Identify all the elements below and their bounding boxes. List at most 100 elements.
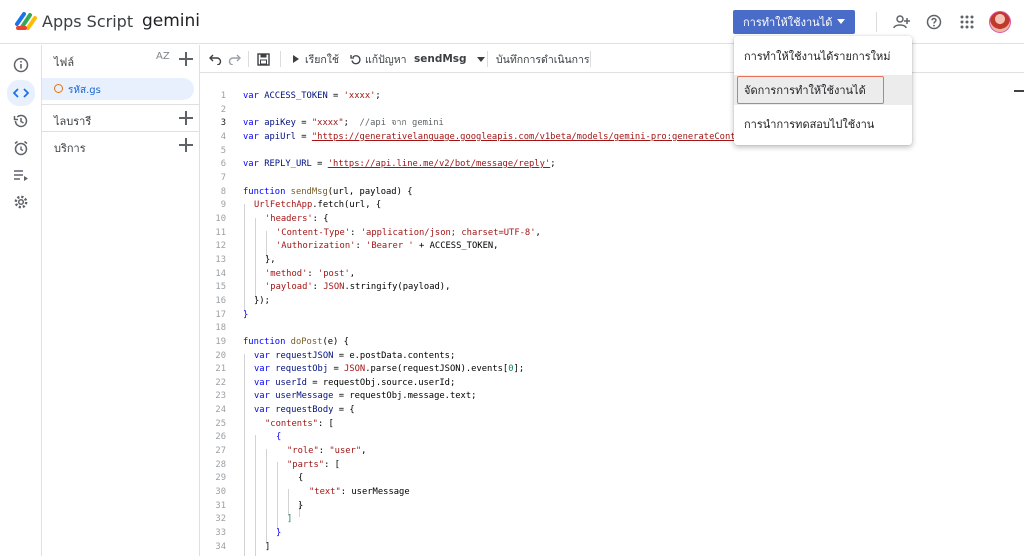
line-number: 13 [215, 255, 226, 265]
code-line: 15'payload': JSON.stringify(payload), [200, 281, 1024, 295]
line-number: 34 [215, 542, 226, 552]
line-number: 14 [215, 269, 226, 279]
code-line: 30 "text": userMessage [200, 486, 1024, 500]
code-line: 28 "parts": [ [200, 459, 1024, 473]
alarm-icon[interactable] [7, 135, 35, 161]
line-number: 9 [220, 200, 226, 210]
divider [590, 51, 591, 67]
apps-script-logo-icon[interactable] [14, 10, 38, 32]
app-name[interactable]: Apps Script [42, 12, 133, 31]
add-service-icon[interactable] [179, 138, 193, 152]
line-number: 4 [220, 132, 226, 142]
add-library-icon[interactable] [179, 111, 193, 125]
apps-grid-icon[interactable] [957, 12, 977, 32]
execution-log-label: บันทึกการดำเนินการ [496, 53, 590, 66]
info-icon[interactable] [7, 52, 35, 78]
line-number: 2 [220, 105, 226, 115]
code-line: 29{ [200, 472, 1024, 486]
code-line: 25 "contents": [ [200, 418, 1024, 432]
services-section[interactable]: บริการ [42, 131, 200, 157]
code-line: 6 var REPLY_URL = 'https://api.line.me/v2… [200, 158, 1024, 172]
line-number: 8 [220, 187, 226, 197]
code-line: 12 'Authorization': 'Bearer ' + ACCESS_TO… [200, 240, 1024, 254]
code-line: 33} [200, 527, 1024, 541]
deploy-button-label: การทำให้ใช้งานได้ [743, 16, 833, 29]
code-line: 32] [200, 513, 1024, 527]
line-number: 1 [220, 91, 226, 101]
divider [248, 51, 249, 67]
line-number: 25 [215, 419, 226, 429]
code-line: 34] [200, 541, 1024, 555]
function-select[interactable]: sendMsg [414, 50, 485, 68]
line-number: 16 [215, 296, 226, 306]
code-line: 26{ [200, 431, 1024, 445]
line-number: 3 [220, 118, 226, 128]
line-number: 7 [220, 173, 226, 183]
add-file-icon[interactable] [179, 52, 193, 66]
redo-icon[interactable] [228, 50, 241, 68]
files-panel: ไฟล์ AZ รหัส.gs ไลบรารี บริการ [42, 45, 200, 556]
undo-icon[interactable] [209, 50, 222, 68]
debug-label: แก้ปัญหา [365, 53, 407, 66]
deploy-menu: การทำให้ใช้งานได้รายการใหม่ จัดการการทำใ… [734, 36, 912, 145]
history-icon[interactable] [7, 108, 35, 134]
gs-file-icon [54, 84, 63, 93]
line-number: 28 [215, 460, 226, 470]
project-name[interactable]: gemini [142, 11, 200, 31]
line-number: 18 [215, 323, 226, 333]
code-line: 13}, [200, 254, 1024, 268]
line-number: 17 [215, 310, 226, 320]
line-number: 26 [215, 432, 226, 442]
code-line: 5 [200, 145, 1024, 159]
line-number: 33 [215, 528, 226, 538]
line-number: 23 [215, 391, 226, 401]
chevron-down-icon [837, 19, 845, 24]
run-button[interactable]: เรียกใช้ [293, 50, 339, 68]
menu-item-new-deployment[interactable]: การทำให้ใช้งานได้รายการใหม่ [734, 41, 912, 71]
code-line: 9 UrlFetchApp.fetch(url, { [200, 199, 1024, 213]
menu-item-manage-deployments[interactable]: จัดการการทำให้ใช้งานได้ [734, 75, 912, 105]
line-number: 6 [220, 159, 226, 169]
add-collaborator-icon[interactable] [892, 12, 912, 32]
executions-icon[interactable] [7, 162, 35, 188]
settings-icon[interactable] [7, 189, 35, 215]
code-line: 20 var requestJSON = e.postData.contents; [200, 350, 1024, 364]
files-title: ไฟล์ [54, 56, 75, 69]
deploy-button[interactable]: การทำให้ใช้งานได้ [733, 10, 855, 34]
line-number: 24 [215, 405, 226, 415]
play-icon [293, 55, 299, 63]
libraries-section[interactable]: ไลบรารี [42, 104, 200, 130]
code-editor[interactable]: 1 var ACCESS_TOKEN = 'xxxx'; 2 3 var apiKe… [200, 73, 1024, 556]
line-number: 29 [215, 473, 226, 483]
save-icon[interactable] [257, 50, 270, 68]
libraries-label: ไลบรารี [54, 115, 92, 128]
file-item[interactable]: รหัส.gs [42, 78, 194, 100]
sort-files-icon[interactable]: AZ [156, 51, 170, 62]
line-number: 22 [215, 378, 226, 388]
debug-button[interactable]: แก้ปัญหา [350, 50, 407, 68]
menu-item-label: การนำการทดสอบไปใช้งาน [744, 118, 875, 131]
line-number: 32 [215, 514, 226, 524]
code-line: 17} [200, 309, 1024, 323]
line-number: 27 [215, 446, 226, 456]
services-label: บริการ [54, 142, 86, 155]
avatar[interactable] [989, 11, 1011, 33]
chevron-down-icon [476, 56, 485, 62]
line-number: 12 [215, 241, 226, 251]
scrollbar-marker[interactable] [1014, 90, 1024, 92]
divider [280, 51, 281, 67]
execution-log-button[interactable]: บันทึกการดำเนินการ [496, 50, 590, 68]
menu-item-test-deployments[interactable]: การนำการทดสอบไปใช้งาน [734, 109, 912, 139]
run-label: เรียกใช้ [305, 53, 339, 66]
highlight-box [737, 76, 884, 104]
code-line: 23 var userMessage = requestObj.message.t… [200, 390, 1024, 404]
help-icon[interactable] [924, 12, 944, 32]
code-line: 10'headers': { [200, 213, 1024, 227]
menu-item-label: การทำให้ใช้งานได้รายการใหม่ [744, 50, 891, 63]
line-number: 19 [215, 337, 226, 347]
function-name: sendMsg [414, 53, 467, 65]
divider [487, 51, 488, 67]
code-line: 16}); [200, 295, 1024, 309]
code-icon[interactable] [7, 80, 35, 106]
code-line: 31} [200, 500, 1024, 514]
